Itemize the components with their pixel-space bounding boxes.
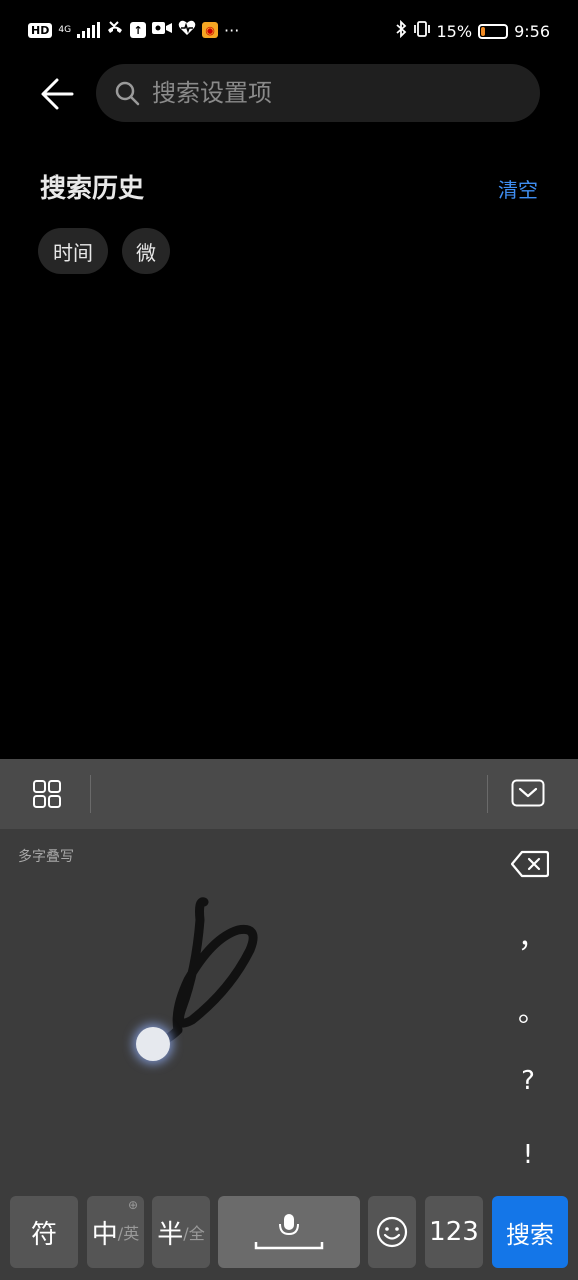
health-icon bbox=[178, 20, 196, 40]
video-icon bbox=[152, 21, 173, 39]
exclamation-key[interactable]: ! bbox=[518, 1140, 538, 1170]
status-left: HD 4G ↑ ◉ ··· bbox=[28, 20, 239, 40]
backspace-button[interactable] bbox=[510, 850, 550, 882]
language-switch-key[interactable]: ⊕ 中/英 bbox=[87, 1196, 144, 1268]
emoji-key[interactable] bbox=[368, 1196, 416, 1268]
comma-key[interactable]: ， bbox=[518, 916, 546, 956]
toolbar-divider bbox=[487, 775, 488, 813]
battery-icon bbox=[478, 23, 509, 39]
history-chip[interactable]: 时间 bbox=[38, 228, 108, 274]
touch-cursor bbox=[136, 1027, 170, 1061]
signal-icon bbox=[77, 22, 101, 38]
period-key[interactable]: 。 bbox=[518, 990, 546, 1030]
space-voice-key[interactable] bbox=[218, 1196, 360, 1268]
vibrate-icon bbox=[413, 20, 431, 42]
numbers-key-label: 123 bbox=[429, 1217, 479, 1247]
grid-icon bbox=[33, 780, 61, 808]
globe-icon: ⊕ bbox=[127, 1198, 138, 1212]
status-bar: HD 4G ↑ ◉ ··· 15% 9:56 bbox=[0, 0, 578, 64]
battery-percent: 15% bbox=[436, 21, 473, 41]
search-action-label: 搜索 bbox=[506, 1220, 554, 1249]
search-input[interactable] bbox=[150, 78, 514, 108]
question-key[interactable]: ? bbox=[518, 1066, 538, 1096]
keyboard-toolbar bbox=[0, 759, 578, 829]
hd-icon: HD bbox=[28, 22, 53, 38]
search-action-key[interactable]: 搜索 bbox=[492, 1196, 568, 1268]
search-icon bbox=[115, 81, 140, 106]
keyboard-menu-button[interactable] bbox=[32, 779, 62, 813]
numbers-key[interactable]: 123 bbox=[425, 1196, 483, 1268]
handwriting-mode-label: 多字叠写 bbox=[18, 849, 74, 865]
history-chip[interactable]: 微 bbox=[122, 228, 170, 274]
lang-sub-label: /英 bbox=[117, 1224, 140, 1243]
lang-main-label: 中 bbox=[91, 1219, 118, 1250]
bluetooth-icon bbox=[395, 19, 407, 42]
back-arrow-icon bbox=[41, 78, 74, 110]
symbols-key-label: 符 bbox=[30, 1219, 57, 1250]
symbols-key[interactable]: 符 bbox=[10, 1196, 78, 1268]
network-type: 4G bbox=[58, 24, 72, 35]
toolbar-divider bbox=[90, 775, 91, 813]
back-button[interactable] bbox=[40, 76, 76, 112]
search-bar[interactable] bbox=[96, 64, 540, 122]
microphone-space-icon bbox=[254, 1214, 324, 1250]
smiley-icon bbox=[376, 1216, 408, 1248]
clock: 9:56 bbox=[514, 21, 550, 41]
search-history-title: 搜索历史 bbox=[40, 174, 145, 204]
clear-history-button[interactable]: 清空 bbox=[498, 174, 538, 203]
status-right: 15% 9:56 bbox=[395, 19, 550, 42]
upload-icon: ↑ bbox=[130, 22, 147, 38]
missed-call-icon bbox=[106, 20, 124, 40]
collapse-keyboard-icon bbox=[511, 779, 545, 807]
width-sub-label: /全 bbox=[183, 1224, 205, 1243]
weibo-icon: ◉ bbox=[202, 22, 219, 38]
backspace-icon bbox=[510, 850, 550, 878]
width-switch-key[interactable]: 半/全 bbox=[152, 1196, 210, 1268]
hide-keyboard-button[interactable] bbox=[511, 779, 545, 811]
width-main-label: 半 bbox=[157, 1219, 184, 1250]
more-notifications: ··· bbox=[224, 20, 240, 40]
